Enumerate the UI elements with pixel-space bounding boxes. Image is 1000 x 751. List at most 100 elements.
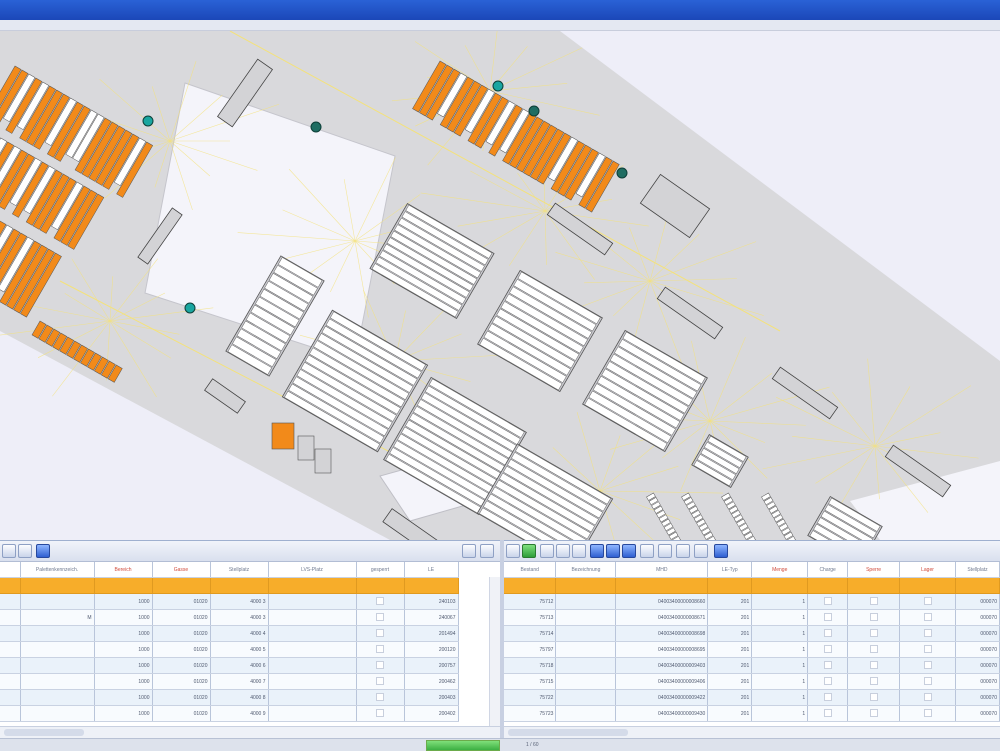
table-row[interactable]: 75713 04003400000008671 201 1 000070 bbox=[504, 609, 1000, 626]
checkbox[interactable] bbox=[869, 676, 878, 685]
inventory-detail-filter-cell[interactable] bbox=[899, 577, 956, 594]
stock-list-filter-row[interactable] bbox=[0, 577, 459, 594]
inventory-detail-filter-cell[interactable] bbox=[847, 577, 901, 594]
stock-list-filter-cell[interactable] bbox=[152, 577, 211, 594]
toolbar-paste-button[interactable] bbox=[694, 544, 708, 558]
checkbox[interactable] bbox=[376, 596, 384, 605]
inventory-detail-filter-row[interactable] bbox=[504, 577, 1000, 594]
inventory-detail-column-header[interactable]: Bestand bbox=[504, 562, 557, 578]
checkbox[interactable] bbox=[923, 692, 932, 701]
checkbox[interactable] bbox=[823, 692, 832, 701]
checkbox[interactable] bbox=[376, 660, 384, 669]
inventory-detail-column-header[interactable]: Menge bbox=[751, 562, 809, 578]
checkbox[interactable] bbox=[869, 692, 878, 701]
inventory-detail-column-header[interactable]: Charge bbox=[807, 562, 849, 578]
checkbox[interactable] bbox=[869, 596, 878, 605]
table-row[interactable]: 75722 04003400000009422 201 1 000070 bbox=[504, 689, 1000, 706]
table-row[interactable]: 1000 01020 4000 5 200120 bbox=[0, 641, 459, 658]
stock-list-column-header[interactable] bbox=[0, 562, 21, 578]
inventory-detail-filter-cell[interactable] bbox=[807, 577, 849, 594]
toolbar-print-button[interactable] bbox=[480, 544, 494, 558]
inventory-detail-filter-cell[interactable] bbox=[955, 577, 1000, 594]
table-row[interactable]: 1000 01020 4000 4 201494 bbox=[0, 625, 459, 642]
checkbox[interactable] bbox=[869, 612, 878, 621]
toolbar-refresh-button[interactable] bbox=[522, 544, 536, 558]
table-row[interactable]: 75714 04003400000008698 201 1 000070 bbox=[504, 625, 1000, 642]
toolbar-next-page-button[interactable] bbox=[622, 544, 636, 558]
table-row[interactable]: 1000 01020 4000 9 200402 bbox=[0, 705, 459, 722]
toolbar-export-button[interactable] bbox=[462, 544, 476, 558]
inventory-detail-column-header[interactable]: MHD bbox=[615, 562, 709, 578]
checkbox[interactable] bbox=[869, 644, 878, 653]
checkbox[interactable] bbox=[376, 612, 384, 621]
table-row[interactable]: M 1000 01020 4000 3 240067 bbox=[0, 609, 459, 626]
inventory-detail-column-header[interactable]: Stellplatz bbox=[955, 562, 1000, 578]
checkbox[interactable] bbox=[823, 660, 832, 669]
table-row[interactable]: 1000 01020 4000 7 200462 bbox=[0, 673, 459, 690]
table-row[interactable]: 75712 04003400000008660 201 1 000070 bbox=[504, 593, 1000, 610]
toolbar-find-button[interactable] bbox=[658, 544, 672, 558]
table-row[interactable]: 75723 04003400000009430 201 1 000070 bbox=[504, 705, 1000, 722]
checkbox[interactable] bbox=[823, 644, 832, 653]
toolbar-columns-button[interactable] bbox=[572, 544, 586, 558]
inventory-detail-filter-cell[interactable] bbox=[504, 577, 557, 594]
inventory-detail-filter-cell[interactable] bbox=[751, 577, 809, 594]
stock-list-column-header[interactable]: Gasse bbox=[152, 562, 211, 578]
stock-list-table[interactable]: Palettenkennzeich. Bereich Gasse Stellplatz… bbox=[0, 562, 459, 722]
stock-list-filter-cell[interactable] bbox=[0, 577, 21, 594]
checkbox[interactable] bbox=[923, 660, 932, 669]
stock-list-filter-cell[interactable] bbox=[268, 577, 357, 594]
toolbar-copy-button[interactable] bbox=[676, 544, 690, 558]
table-row[interactable]: 1000 01020 4000 8 200403 bbox=[0, 689, 459, 706]
inventory-detail-column-header[interactable]: Bezeichnung bbox=[555, 562, 617, 578]
inventory-detail-filter-cell[interactable] bbox=[615, 577, 709, 594]
toolbar-first-button[interactable] bbox=[2, 544, 16, 558]
checkbox[interactable] bbox=[869, 628, 878, 637]
stock-list-column-header[interactable]: LE bbox=[404, 562, 459, 578]
toolbar-back-button[interactable] bbox=[506, 544, 520, 558]
table-row[interactable]: 75715 04003400000009406 201 1 000070 bbox=[504, 673, 1000, 690]
stock-list-filter-cell[interactable] bbox=[210, 577, 269, 594]
stock-list-filter-cell[interactable] bbox=[404, 577, 459, 594]
checkbox[interactable] bbox=[376, 644, 384, 653]
toolbar-grid-button[interactable] bbox=[18, 544, 32, 558]
stock-list-column-header[interactable]: Palettenkennzeich. bbox=[20, 562, 95, 578]
stock-list-filter-cell[interactable] bbox=[356, 577, 405, 594]
checkbox[interactable] bbox=[376, 628, 384, 637]
checkbox[interactable] bbox=[823, 596, 832, 605]
checkbox[interactable] bbox=[823, 628, 832, 637]
checkbox[interactable] bbox=[923, 612, 932, 621]
table-row[interactable]: 1000 01020 4000 3 240103 bbox=[0, 593, 459, 610]
table-row[interactable]: 1000 01020 4000 6 200757 bbox=[0, 657, 459, 674]
stock-list-filter-cell[interactable] bbox=[94, 577, 153, 594]
stock-list-column-header[interactable]: Bereich bbox=[94, 562, 153, 578]
checkbox[interactable] bbox=[923, 708, 932, 717]
stock-list-vertical-scrollbar[interactable] bbox=[489, 577, 500, 727]
inventory-detail-column-header[interactable]: LE-Typ bbox=[707, 562, 753, 578]
stock-list-column-header[interactable]: gesperrt bbox=[356, 562, 405, 578]
inventory-detail-filter-cell[interactable] bbox=[555, 577, 617, 594]
checkbox[interactable] bbox=[823, 708, 832, 717]
globe-icon[interactable] bbox=[36, 544, 50, 558]
checkbox[interactable] bbox=[869, 708, 878, 717]
checkbox[interactable] bbox=[376, 692, 384, 701]
toolbar-previous-page-button[interactable] bbox=[606, 544, 620, 558]
checkbox[interactable] bbox=[923, 596, 932, 605]
checkbox[interactable] bbox=[376, 708, 384, 717]
checkbox[interactable] bbox=[923, 628, 932, 637]
globe-icon[interactable] bbox=[714, 544, 728, 558]
stock-list-filter-cell[interactable] bbox=[20, 577, 95, 594]
table-row[interactable]: 75797 04003400000008695 201 1 000070 bbox=[504, 641, 1000, 658]
stock-list-column-header[interactable]: Stellplatz bbox=[210, 562, 269, 578]
warehouse-map-canvas[interactable] bbox=[0, 31, 1000, 540]
stock-list-column-header[interactable]: LVS-Platz bbox=[268, 562, 357, 578]
inventory-detail-column-header[interactable]: Sperre bbox=[847, 562, 901, 578]
checkbox[interactable] bbox=[823, 676, 832, 685]
toolbar-filter-button[interactable] bbox=[540, 544, 554, 558]
inventory-detail-filter-cell[interactable] bbox=[707, 577, 753, 594]
checkbox[interactable] bbox=[823, 612, 832, 621]
checkbox[interactable] bbox=[376, 676, 384, 685]
checkbox[interactable] bbox=[869, 660, 878, 669]
inventory-detail-column-header[interactable]: Lager bbox=[899, 562, 956, 578]
toolbar-search-button[interactable] bbox=[640, 544, 654, 558]
